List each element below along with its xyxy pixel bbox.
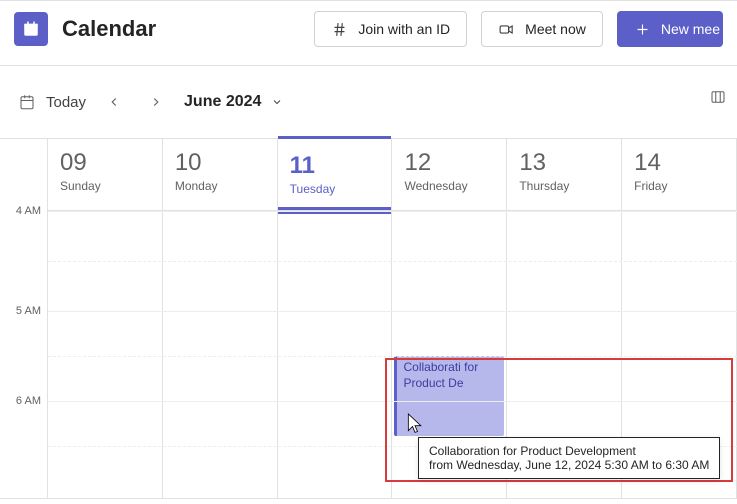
day-header: 10 Monday	[163, 139, 277, 211]
time-label-5am: 5 AM	[16, 305, 41, 317]
time-gutter: 4 AM 5 AM 6 AM	[0, 139, 48, 498]
meet-now-label: Meet now	[525, 21, 586, 37]
month-picker[interactable]: June 2024	[184, 93, 283, 111]
view-switch-button[interactable]	[709, 88, 727, 106]
day-col-monday[interactable]: 10 Monday	[163, 139, 278, 498]
sub-bar: Today June 2024	[0, 66, 737, 139]
day-number: 10	[175, 149, 265, 177]
calendar-app-icon	[14, 12, 48, 46]
today-label: Today	[46, 94, 86, 111]
day-number: 09	[60, 149, 150, 177]
join-with-id-button[interactable]: Join with an ID	[314, 11, 467, 47]
day-header-today: 11 Tuesday	[278, 136, 392, 211]
new-meeting-label: New mee	[661, 21, 720, 37]
day-header: 13 Thursday	[507, 139, 621, 211]
video-icon	[498, 21, 515, 38]
prev-button[interactable]	[100, 88, 128, 116]
day-header: 12 Wednesday	[392, 139, 506, 211]
day-col-tuesday[interactable]: 11 Tuesday	[278, 139, 393, 498]
calendar-today-icon	[18, 93, 36, 111]
today-button[interactable]: Today	[18, 93, 86, 111]
day-header: 09 Sunday	[48, 139, 162, 211]
hash-icon	[331, 21, 348, 38]
event-collaboration[interactable]: Collaborati for Product De	[394, 356, 504, 436]
top-bar: Calendar Join with an ID Meet now New me…	[0, 0, 737, 66]
day-col-sunday[interactable]: 09 Sunday	[48, 139, 163, 498]
meet-now-button[interactable]: Meet now	[481, 11, 603, 47]
tooltip-title: Collaboration for Product Development	[429, 444, 709, 458]
tooltip-time: from Wednesday, June 12, 2024 5:30 AM to…	[429, 458, 709, 472]
time-label-6am: 6 AM	[16, 395, 41, 407]
join-with-id-label: Join with an ID	[358, 21, 450, 37]
chevron-right-icon	[149, 95, 163, 109]
day-name: Tuesday	[290, 182, 380, 196]
time-label-4am: 4 AM	[16, 205, 41, 217]
day-number: 14	[634, 149, 724, 177]
month-label-text: June 2024	[184, 93, 261, 111]
column-view-icon	[709, 88, 727, 106]
new-meeting-button[interactable]: New mee	[617, 11, 723, 47]
event-tooltip: Collaboration for Product Development fr…	[418, 437, 720, 479]
day-number: 12	[404, 149, 494, 177]
day-number: 13	[519, 149, 609, 177]
day-header: 14 Friday	[622, 139, 736, 211]
day-number: 11	[290, 152, 380, 180]
page-title: Calendar	[62, 16, 156, 42]
chevron-left-icon	[107, 95, 121, 109]
day-name: Thursday	[519, 179, 609, 193]
event-title: Collaborati for Product De	[403, 360, 478, 390]
day-name: Friday	[634, 179, 724, 193]
day-name: Wednesday	[404, 179, 494, 193]
day-name: Monday	[175, 179, 265, 193]
day-name: Sunday	[60, 179, 150, 193]
chevron-down-icon	[271, 96, 283, 108]
plus-icon	[634, 21, 651, 38]
next-button[interactable]	[142, 88, 170, 116]
